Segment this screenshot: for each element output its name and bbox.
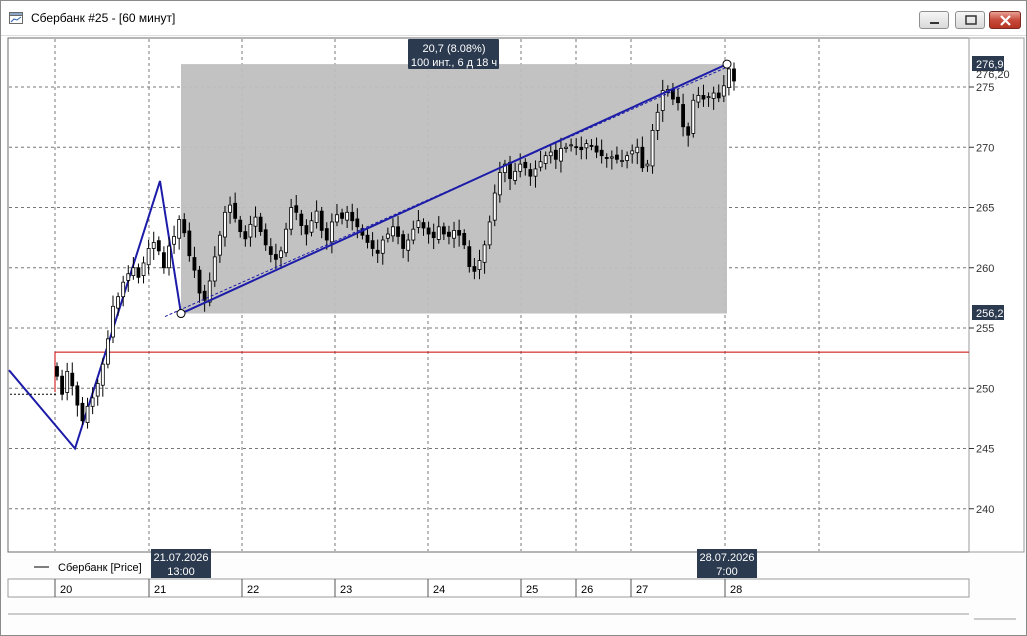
ytick-label-275: 275	[976, 82, 994, 94]
price-axis[interactable]	[968, 37, 1025, 553]
ytick-label-240: 240	[976, 504, 994, 516]
chart-window: Сбербанк #25 - [60 минут] 240 245 250 255 26…	[0, 0, 1027, 636]
cursor-label-end: 28.07.2026 7:00	[697, 549, 757, 578]
measure-label: 20,7 (8.08%) 100 инт., 6 д 18 ч	[408, 39, 499, 69]
ytick-label-245: 245	[976, 444, 994, 456]
ytick-label-255: 255	[976, 323, 994, 335]
ytick-label-265: 265	[976, 203, 994, 215]
trend-start-handle[interactable]	[176, 309, 186, 319]
cursor-label-start: 21.07.2026 13:00	[151, 549, 211, 578]
xtick-label-24: 24	[433, 584, 445, 596]
xtick-label-23: 23	[340, 584, 352, 596]
candle	[650, 123, 655, 174]
price-badge-last-text: 276,20	[976, 69, 1010, 81]
xtick-label-27: 27	[636, 584, 648, 596]
candle	[691, 93, 696, 138]
ytick-label-250: 250	[976, 383, 994, 395]
price-badge-low-text: 256,2	[976, 308, 1004, 320]
xtick-label-22: 22	[247, 584, 259, 596]
measure-duration: 100 инт., 6 д 18 ч	[411, 57, 497, 69]
price-badge-last: 276,20	[976, 69, 1010, 81]
time-axis[interactable]	[7, 578, 970, 598]
cursor-start-date: 21.07.2026	[153, 552, 208, 564]
xtick-label-28: 28	[730, 584, 742, 596]
xtick-label-25: 25	[526, 584, 538, 596]
legend[interactable]: Сбербанк [Price]	[34, 562, 142, 574]
xtick-label-20: 20	[60, 584, 72, 596]
cursor-start-time: 13:00	[167, 566, 195, 578]
cursor-end-time: 7:00	[716, 566, 737, 578]
trend-end-handle[interactable]	[722, 59, 732, 69]
xtick-label-21: 21	[154, 584, 166, 596]
ytick-label-270: 270	[976, 142, 994, 154]
price-badge-low: 256,2	[972, 305, 1004, 320]
chart-area[interactable]: 240 245 250 255 260 265 270 275 20,7 (8.08%) 10…	[1, 1, 1026, 635]
measure-change: 20,7 (8.08%)	[423, 43, 486, 55]
legend-label: Сбербанк [Price]	[58, 562, 142, 574]
xtick-label-26: 26	[581, 584, 593, 596]
ytick-label-260: 260	[976, 263, 994, 275]
cursor-end-date: 28.07.2026	[699, 552, 754, 564]
